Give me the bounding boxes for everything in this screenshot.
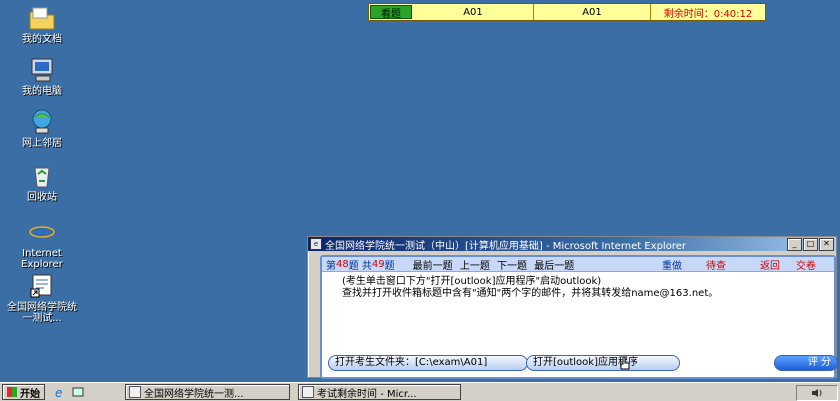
system-tray[interactable] bbox=[796, 385, 838, 401]
shortcut-icon bbox=[27, 272, 57, 300]
question-nav-links[interactable]: 最前一题 上一题 下一题 最后一题 bbox=[413, 257, 575, 272]
desktop-icon-recycle-bin[interactable]: 回收站 bbox=[6, 162, 78, 203]
ie-icon: e bbox=[27, 218, 57, 246]
back-link[interactable]: 返回 bbox=[760, 257, 780, 272]
task-window-icon bbox=[302, 386, 314, 398]
start-label: 开始 bbox=[20, 388, 40, 400]
desktop-icon-my-documents[interactable]: 我的文档 bbox=[6, 4, 78, 45]
question-line-1: (考生单击窗口下方"打开[outlook]应用程序"启动outlook) bbox=[342, 276, 602, 287]
maximize-button[interactable]: □ bbox=[803, 238, 818, 251]
exam-status-bar: 看题 A01 A01 剩余时间：0:40:12 bbox=[368, 3, 766, 21]
task-window-icon bbox=[129, 386, 141, 398]
svg-text:e: e bbox=[55, 386, 62, 398]
question-suffix: 题 bbox=[384, 260, 395, 272]
task-label: 考试剩余时间 - Micr... bbox=[317, 388, 417, 400]
question-prefix: 第 bbox=[326, 260, 336, 272]
minimize-button[interactable]: _ bbox=[787, 238, 802, 251]
recycle-bin-icon bbox=[27, 162, 57, 190]
exam-field-1: A01 bbox=[413, 4, 534, 20]
score-button[interactable]: 评 分 bbox=[774, 355, 838, 371]
window-title-bar[interactable]: e 全国网络学院统一测试（中山）[计算机应用基础] - Microsoft In… bbox=[308, 237, 836, 252]
question-mid: 题 共 bbox=[348, 260, 372, 272]
speaker-icon[interactable] bbox=[811, 388, 823, 398]
exam-field-2: A01 bbox=[534, 4, 651, 20]
desktop-icon-label: 网上邻居 bbox=[22, 138, 62, 149]
view-question-button[interactable]: 看题 bbox=[370, 5, 412, 20]
close-button[interactable]: ✕ bbox=[819, 238, 834, 251]
exam-window: e 全国网络学院统一测试（中山）[计算机应用基础] - Microsoft In… bbox=[307, 236, 838, 379]
open-outlook-button[interactable]: 打开[outlook]应用程序 bbox=[526, 355, 680, 371]
desktop-icon-label: 我的电脑 bbox=[22, 86, 62, 97]
taskbar-item-timer-window[interactable]: 考试剩余时间 - Micr... bbox=[298, 384, 461, 400]
desktop-icon-label: Internet Explorer bbox=[21, 248, 63, 270]
folder-icon bbox=[27, 4, 57, 32]
window-title: 全国网络学院统一测试（中山）[计算机应用基础] - Microsoft Inte… bbox=[325, 240, 686, 252]
desktop-icon-label: 全国网络学院统一测试... bbox=[7, 302, 77, 324]
open-exam-folder-button[interactable]: 打开考生文件夹：[C:\exam\A01] bbox=[328, 355, 528, 371]
network-icon bbox=[27, 108, 57, 136]
question-nav: 第 48 题 共 49 题 最前一题 上一题 下一题 最后一题 重做 待查 返回 交卷 bbox=[322, 257, 834, 272]
submit-link[interactable]: 交卷 bbox=[796, 257, 816, 272]
desktop-icon-my-computer[interactable]: 我的电脑 bbox=[6, 56, 78, 97]
quick-launch-desktop-icon[interactable] bbox=[71, 385, 85, 399]
question-text: (考生单击窗口下方"打开[outlook]应用程序"启动outlook) 查找并… bbox=[322, 272, 834, 300]
ie-window-icon: e bbox=[310, 238, 322, 250]
desktop-icon-exam-shortcut[interactable]: 全国网络学院统一测试... bbox=[6, 272, 78, 324]
windows-logo-icon bbox=[7, 387, 17, 397]
desktop-icon-network[interactable]: 网上邻居 bbox=[6, 108, 78, 149]
hand-cursor-icon bbox=[620, 356, 630, 370]
taskbar-item-exam-window[interactable]: 全国网络学院统一测... bbox=[125, 384, 290, 400]
task-label: 全国网络学院统一测... bbox=[144, 388, 244, 400]
desktop-icon-label: 我的文档 bbox=[22, 34, 62, 45]
computer-icon bbox=[27, 56, 57, 84]
taskbar: 开始 e 全国网络学院统一测... 考试剩余时间 - Micr... bbox=[0, 382, 840, 401]
remaining-time: 剩余时间：0:40:12 bbox=[663, 8, 753, 20]
question-line-2: 查找并打开收件箱标题中含有"通知"两个字的邮件，并将其转发给name@163.n… bbox=[342, 288, 719, 299]
redo-link[interactable]: 重做 bbox=[662, 257, 682, 272]
svg-text:e: e bbox=[33, 221, 46, 246]
quick-launch-ie-icon[interactable]: e bbox=[53, 385, 67, 399]
start-button[interactable]: 开始 bbox=[2, 384, 45, 400]
desktop-icon-label: 回收站 bbox=[27, 192, 57, 203]
current-question-number: 48 bbox=[336, 258, 349, 270]
pending-link[interactable]: 待查 bbox=[706, 257, 726, 272]
exam-content: 第 48 题 共 49 题 最前一题 上一题 下一题 最后一题 重做 待查 返回 交卷 … bbox=[320, 255, 838, 379]
total-question-number: 49 bbox=[371, 258, 385, 270]
desktop-icon-internet-explorer[interactable]: e Internet Explorer bbox=[6, 218, 78, 270]
